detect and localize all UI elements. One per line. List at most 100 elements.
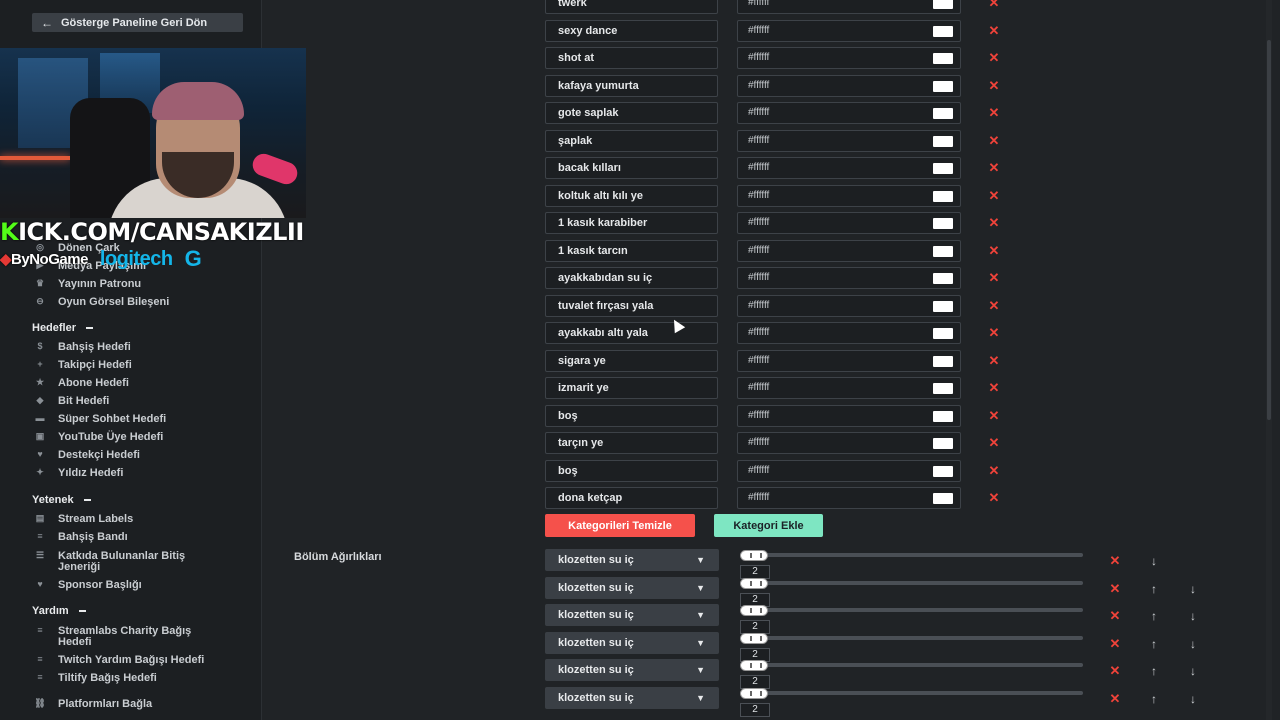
category-color-input[interactable]: #ffffff xyxy=(737,102,961,124)
color-swatch[interactable] xyxy=(933,0,953,9)
color-swatch[interactable] xyxy=(933,466,953,477)
sidebar-item[interactable]: ⊖ Oyun Görsel Bileşeni xyxy=(32,296,169,308)
delete-category-icon[interactable]: ✕ xyxy=(987,377,1001,399)
category-color-input[interactable]: #ffffff xyxy=(737,185,961,207)
move-up-icon[interactable]: ↑ xyxy=(1147,692,1161,706)
sidebar-item[interactable]: ☰ Katkıda Bulunanlar Bitiş Jeneriği xyxy=(32,550,218,573)
move-up-icon[interactable]: ↑ xyxy=(1147,664,1161,678)
sidebar-item[interactable]: ▣ YouTube Üye Hedefi xyxy=(32,431,164,443)
delete-category-icon[interactable]: ✕ xyxy=(987,102,1001,124)
category-name-input[interactable]: şaplak xyxy=(545,130,718,152)
delete-weight-icon[interactable]: ✕ xyxy=(1108,664,1122,678)
category-name-input[interactable]: 1 kasık tarcın xyxy=(545,240,718,262)
delete-category-icon[interactable]: ✕ xyxy=(987,267,1001,289)
segment-select[interactable]: klozetten su iç ▼ xyxy=(545,577,719,599)
weight-slider-handle[interactable] xyxy=(740,605,768,616)
move-down-icon[interactable]: ↓ xyxy=(1186,609,1200,623)
category-name-input[interactable]: twerk xyxy=(545,0,718,14)
delete-category-icon[interactable]: ✕ xyxy=(987,212,1001,234)
sidebar-item[interactable]: ≡ Bahşiş Bandı xyxy=(32,531,127,543)
category-color-input[interactable]: #ffffff xyxy=(737,405,961,427)
category-name-input[interactable]: shot at xyxy=(545,47,718,69)
color-swatch[interactable] xyxy=(933,301,953,312)
category-color-input[interactable]: #ffffff xyxy=(737,20,961,42)
category-color-input[interactable]: #ffffff xyxy=(737,75,961,97)
color-swatch[interactable] xyxy=(933,438,953,449)
category-color-input[interactable]: #ffffff xyxy=(737,212,961,234)
delete-category-icon[interactable]: ✕ xyxy=(987,487,1001,509)
delete-category-icon[interactable]: ✕ xyxy=(987,0,1001,14)
sidebar-item[interactable]: + Takipçi Hedefi xyxy=(32,359,131,371)
delete-category-icon[interactable]: ✕ xyxy=(987,20,1001,42)
delete-category-icon[interactable]: ✕ xyxy=(987,47,1001,69)
segment-select[interactable]: klozetten su iç ▼ xyxy=(545,604,719,626)
category-name-input[interactable]: boş xyxy=(545,460,718,482)
delete-category-icon[interactable]: ✕ xyxy=(987,405,1001,427)
color-swatch[interactable] xyxy=(933,136,953,147)
clear-categories-button[interactable]: Kategorileri Temizle xyxy=(545,514,695,537)
move-up-icon[interactable]: ↑ xyxy=(1147,609,1161,623)
move-down-icon[interactable]: ↓ xyxy=(1147,554,1161,568)
weight-slider-track[interactable] xyxy=(740,691,1083,695)
color-swatch[interactable] xyxy=(933,108,953,119)
category-name-input[interactable]: boş xyxy=(545,405,718,427)
segment-select[interactable]: klozetten su iç ▼ xyxy=(545,659,719,681)
weight-slider-track[interactable] xyxy=(740,663,1083,667)
move-down-icon[interactable]: ↓ xyxy=(1186,582,1200,596)
delete-category-icon[interactable]: ✕ xyxy=(987,322,1001,344)
color-swatch[interactable] xyxy=(933,493,953,504)
delete-category-icon[interactable]: ✕ xyxy=(987,460,1001,482)
connect-platforms-link[interactable]: ⛓ Platformları Bağla xyxy=(32,698,152,710)
sidebar-item[interactable]: ♛ Yayının Patronu xyxy=(32,278,141,290)
category-name-input[interactable]: sigara ye xyxy=(545,350,718,372)
delete-category-icon[interactable]: ✕ xyxy=(987,130,1001,152)
category-color-input[interactable]: #ffffff xyxy=(737,432,961,454)
color-swatch[interactable] xyxy=(933,328,953,339)
category-color-input[interactable]: #ffffff xyxy=(737,322,961,344)
weight-slider-track[interactable] xyxy=(740,581,1083,585)
segment-select[interactable]: klozetten su iç ▼ xyxy=(545,687,719,709)
category-color-input[interactable]: #ffffff xyxy=(737,0,961,14)
sidebar-item[interactable]: ≡ Streamlabs Charity Bağış Hedefi xyxy=(32,625,218,648)
category-color-input[interactable]: #ffffff xyxy=(737,130,961,152)
scrollbar-thumb[interactable] xyxy=(1267,40,1271,420)
delete-weight-icon[interactable]: ✕ xyxy=(1108,637,1122,651)
section-skills[interactable]: Yetenek xyxy=(32,494,91,506)
section-help[interactable]: Yardım xyxy=(32,605,86,617)
category-color-input[interactable]: #ffffff xyxy=(737,377,961,399)
weight-slider-handle[interactable] xyxy=(740,578,768,589)
move-down-icon[interactable]: ↓ xyxy=(1186,692,1200,706)
delete-category-icon[interactable]: ✕ xyxy=(987,432,1001,454)
delete-category-icon[interactable]: ✕ xyxy=(987,185,1001,207)
color-swatch[interactable] xyxy=(933,383,953,394)
color-swatch[interactable] xyxy=(933,191,953,202)
delete-category-icon[interactable]: ✕ xyxy=(987,75,1001,97)
category-name-input[interactable]: sexy dance xyxy=(545,20,718,42)
category-color-input[interactable]: #ffffff xyxy=(737,47,961,69)
sidebar-item[interactable]: ▬ Süper Sohbet Hedefi xyxy=(32,413,167,425)
color-swatch[interactable] xyxy=(933,53,953,64)
section-goals[interactable]: Hedefler xyxy=(32,322,94,334)
delete-weight-icon[interactable]: ✕ xyxy=(1108,609,1122,623)
move-up-icon[interactable]: ↑ xyxy=(1147,637,1161,651)
color-swatch[interactable] xyxy=(933,81,953,92)
sidebar-item[interactable]: ♥ Destekçi Hedefi xyxy=(32,449,140,461)
delete-category-icon[interactable]: ✕ xyxy=(987,295,1001,317)
color-swatch[interactable] xyxy=(933,218,953,229)
color-swatch[interactable] xyxy=(933,356,953,367)
category-color-input[interactable]: #ffffff xyxy=(737,460,961,482)
category-color-input[interactable]: #ffffff xyxy=(737,295,961,317)
delete-weight-icon[interactable]: ✕ xyxy=(1108,692,1122,706)
sidebar-item[interactable]: ✦ Yıldız Hedefi xyxy=(32,467,123,479)
segment-select[interactable]: klozetten su iç ▼ xyxy=(545,632,719,654)
move-down-icon[interactable]: ↓ xyxy=(1186,637,1200,651)
category-name-input[interactable]: kafaya yumurta xyxy=(545,75,718,97)
delete-category-icon[interactable]: ✕ xyxy=(987,350,1001,372)
add-category-button[interactable]: Kategori Ekle xyxy=(714,514,823,537)
sidebar-item[interactable]: ★ Abone Hedefi xyxy=(32,377,129,389)
segment-select[interactable]: klozetten su iç ▼ xyxy=(545,549,719,571)
category-name-input[interactable]: tuvalet fırçası yala xyxy=(545,295,718,317)
weight-slider-handle[interactable] xyxy=(740,633,768,644)
color-swatch[interactable] xyxy=(933,273,953,284)
category-name-input[interactable]: ayakkabı altı yala xyxy=(545,322,718,344)
